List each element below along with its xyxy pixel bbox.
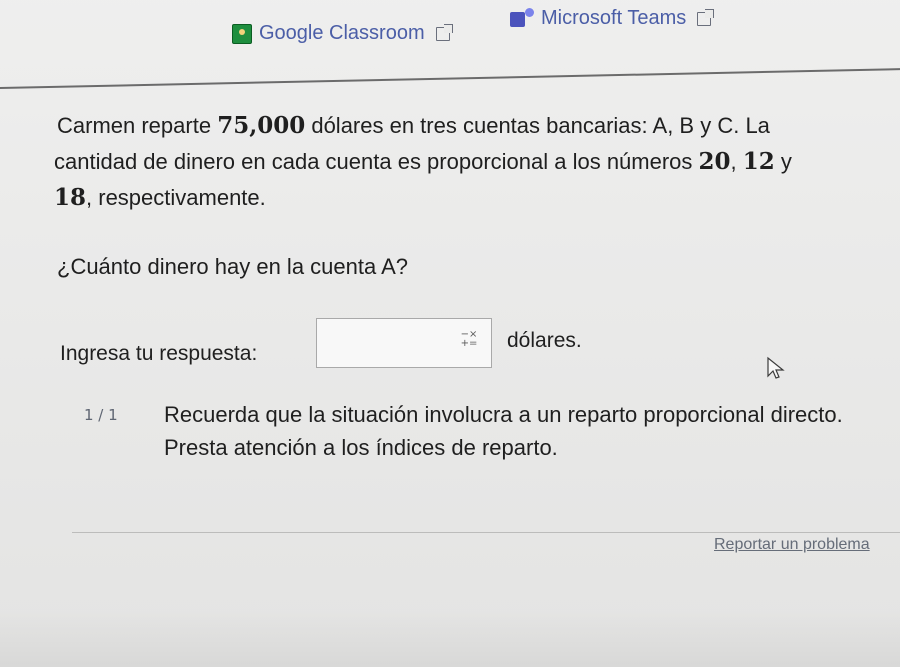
mouse-cursor-icon bbox=[767, 356, 785, 379]
problem-statement: Carmen reparte 75,000 dólares en tres cu… bbox=[54, 108, 874, 216]
answer-label: Ingresa tu respuesta: bbox=[60, 342, 258, 365]
hint-counter: 1 / 1 bbox=[84, 406, 118, 424]
microsoft-teams-icon-square bbox=[510, 11, 525, 27]
google-classroom-label: Google Classroom bbox=[259, 22, 425, 44]
report-problem-link[interactable]: Reportar un problema bbox=[714, 536, 870, 554]
answer-unit: dólares. bbox=[507, 329, 582, 352]
hint-text: Recuerda que la situación involucra a un… bbox=[164, 402, 843, 460]
page: Google Classroom Microsoft Teams Carmen … bbox=[0, 0, 900, 667]
external-link-icon bbox=[697, 8, 715, 26]
google-classroom-link[interactable]: Google Classroom bbox=[232, 22, 453, 45]
google-classroom-icon bbox=[232, 23, 252, 44]
problem-text-1a: Carmen reparte bbox=[57, 113, 218, 138]
share-bar: Google Classroom Microsoft Teams bbox=[0, 0, 900, 70]
math-toggle-text: −× += bbox=[460, 329, 478, 349]
problem-separator: , bbox=[730, 149, 743, 174]
external-link-icon bbox=[435, 23, 453, 41]
footer-divider bbox=[72, 532, 900, 533]
problem-line-2: cantidad de dinero en cada cuenta es pro… bbox=[54, 144, 874, 180]
problem-text-1b: dólares en tres cuentas bancarias: A, B … bbox=[305, 113, 770, 138]
microsoft-teams-link[interactable]: Microsoft Teams bbox=[510, 7, 715, 30]
problem-text-3: , respectivamente. bbox=[86, 185, 266, 210]
header-divider bbox=[0, 68, 900, 89]
problem-num-1: 20 bbox=[698, 148, 731, 175]
problem-num-2: 12 bbox=[742, 148, 775, 175]
answer-input-wrapper[interactable]: −× += bbox=[316, 318, 492, 368]
problem-text-2b: y bbox=[774, 149, 792, 174]
answer-input[interactable] bbox=[317, 319, 457, 367]
question-prompt: ¿Cuánto dinero hay en la cuenta A? bbox=[57, 254, 409, 279]
answer-row: Ingresa tu respuesta: −× += dólares. bbox=[60, 318, 680, 372]
bottom-band bbox=[0, 610, 900, 667]
microsoft-teams-icon bbox=[510, 7, 534, 30]
problem-text-2a: cantidad de dinero en cada cuenta es pro… bbox=[54, 149, 699, 174]
problem-line-1: Carmen reparte 75,000 dólares en tres cu… bbox=[57, 108, 874, 144]
problem-amount: 75,000 bbox=[217, 112, 306, 139]
microsoft-teams-icon-dot bbox=[525, 7, 534, 17]
microsoft-teams-label: Microsoft Teams bbox=[541, 7, 687, 29]
problem-num-3: 18 bbox=[54, 184, 87, 211]
math-keyboard-toggle-icon[interactable]: −× += bbox=[459, 330, 479, 350]
problem-line-3: 18, respectivamente. bbox=[54, 180, 874, 216]
